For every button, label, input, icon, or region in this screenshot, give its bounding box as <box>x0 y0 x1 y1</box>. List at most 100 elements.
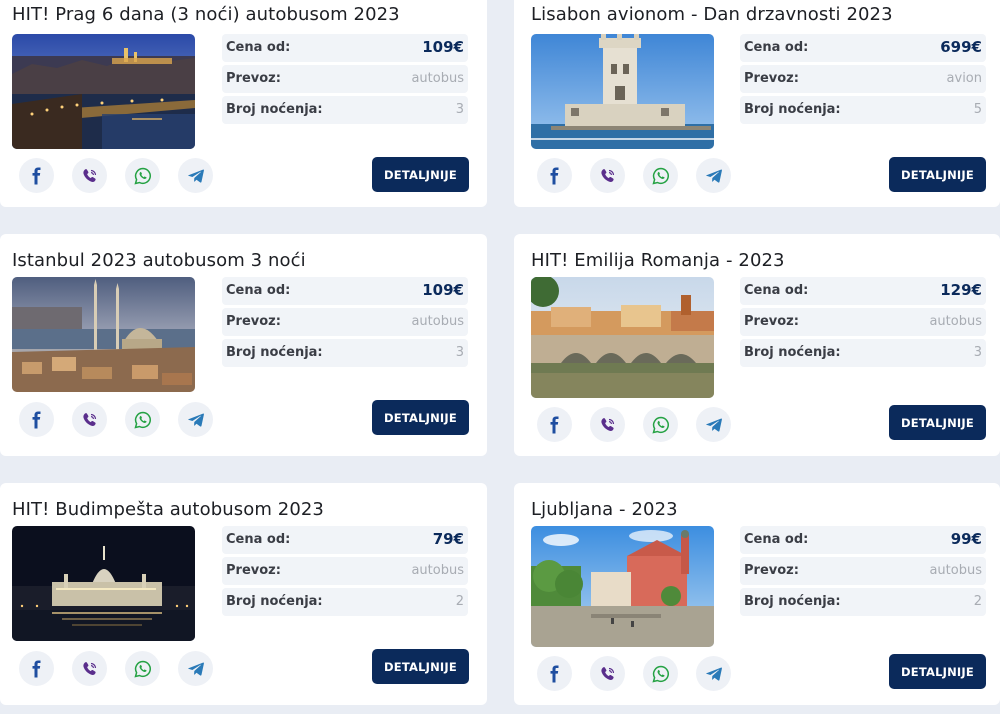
offer-title[interactable]: HIT! Budimpešta autobusom 2023 <box>12 499 324 520</box>
offer-info: Cena od: 109€ Prevoz: autobus Broj noćen… <box>222 277 468 370</box>
offer-title[interactable]: Ljubljana - 2023 <box>531 499 678 520</box>
price-label: Cena od: <box>744 532 809 547</box>
details-button[interactable]: DETALJNIJE <box>889 157 986 192</box>
whatsapp-icon <box>133 167 151 185</box>
viber-icon <box>82 168 96 182</box>
viber-share-button[interactable] <box>590 158 625 193</box>
whatsapp-share-button[interactable] <box>125 651 160 686</box>
nights-value: 2 <box>973 594 982 609</box>
price-row: Cena od: 129€ <box>740 277 986 305</box>
telegram-icon <box>187 413 204 427</box>
price-row: Cena od: 79€ <box>222 526 468 554</box>
price-value: 99€ <box>950 530 982 548</box>
viber-share-button[interactable] <box>590 407 625 442</box>
nights-row: Broj noćenja: 3 <box>222 96 468 124</box>
transport-value: autobus <box>411 563 464 578</box>
offer-title[interactable]: HIT! Prag 6 dana (3 noći) autobusom 2023 <box>12 4 400 25</box>
nights-label: Broj noćenja: <box>744 594 841 609</box>
telegram-share-button[interactable] <box>696 158 731 193</box>
transport-value: autobus <box>411 71 464 86</box>
facebook-share-button[interactable] <box>19 402 54 437</box>
share-buttons <box>537 158 731 193</box>
telegram-share-button[interactable] <box>178 158 213 193</box>
viber-icon <box>82 412 96 426</box>
offer-photo[interactable] <box>531 526 714 647</box>
viber-share-button[interactable] <box>72 158 107 193</box>
price-value: 79€ <box>432 530 464 548</box>
whatsapp-share-button[interactable] <box>643 407 678 442</box>
viber-share-button[interactable] <box>590 656 625 691</box>
price-row: Cena od: 109€ <box>222 277 468 305</box>
nights-label: Broj noćenja: <box>744 345 841 360</box>
offer-card: HIT! Prag 6 dana (3 noći) autobusom 2023 <box>0 0 487 207</box>
telegram-icon <box>187 662 204 676</box>
transport-label: Prevoz: <box>744 71 799 86</box>
transport-label: Prevoz: <box>226 71 281 86</box>
facebook-share-button[interactable] <box>537 407 572 442</box>
offer-photo[interactable] <box>531 277 714 398</box>
details-button[interactable]: DETALJNIJE <box>372 157 469 192</box>
price-row: Cena od: 699€ <box>740 34 986 62</box>
offer-photo[interactable] <box>12 34 195 149</box>
transport-row: Prevoz: autobus <box>222 65 468 93</box>
nights-label: Broj noćenja: <box>226 345 323 360</box>
nights-value: 3 <box>455 345 464 360</box>
details-button[interactable]: DETALJNIJE <box>889 654 986 689</box>
offer-photo[interactable] <box>531 34 714 149</box>
share-buttons <box>537 656 731 691</box>
offer-card: HIT! Emilija Romanja - 2023 Cena od: 129… <box>514 234 1000 456</box>
offer-card: Ljubljana - 2023 Cena od: 99€ Prevoz: au… <box>514 483 1000 705</box>
facebook-icon <box>32 660 40 677</box>
share-buttons <box>19 651 213 686</box>
offer-info: Cena od: 699€ Prevoz: avion Broj noćenja… <box>740 34 986 127</box>
whatsapp-share-button[interactable] <box>125 402 160 437</box>
whatsapp-share-button[interactable] <box>643 656 678 691</box>
viber-share-button[interactable] <box>72 402 107 437</box>
share-buttons <box>537 407 731 442</box>
viber-icon <box>600 666 614 680</box>
telegram-share-button[interactable] <box>178 402 213 437</box>
price-label: Cena od: <box>744 40 809 55</box>
nights-label: Broj noćenja: <box>226 102 323 117</box>
details-button[interactable]: DETALJNIJE <box>889 405 986 440</box>
nights-value: 2 <box>455 594 464 609</box>
price-label: Cena od: <box>226 40 291 55</box>
transport-row: Prevoz: autobus <box>222 557 468 585</box>
facebook-icon <box>550 167 558 184</box>
offer-title[interactable]: Istanbul 2023 autobusom 3 noći <box>12 250 306 271</box>
price-value: 109€ <box>422 38 464 56</box>
facebook-share-button[interactable] <box>537 158 572 193</box>
offer-info: Cena od: 109€ Prevoz: autobus Broj noćen… <box>222 34 468 127</box>
details-button[interactable]: DETALJNIJE <box>372 400 469 435</box>
price-value: 699€ <box>940 38 982 56</box>
telegram-share-button[interactable] <box>696 656 731 691</box>
nights-row: Broj noćenja: 3 <box>740 339 986 367</box>
whatsapp-share-button[interactable] <box>643 158 678 193</box>
transport-label: Prevoz: <box>744 314 799 329</box>
details-button[interactable]: DETALJNIJE <box>372 649 469 684</box>
facebook-share-button[interactable] <box>19 158 54 193</box>
offer-photo[interactable] <box>12 277 195 392</box>
transport-value: autobus <box>929 563 982 578</box>
offer-card: HIT! Budimpešta autobusom 2023 Cena od: … <box>0 483 487 705</box>
whatsapp-icon <box>651 167 669 185</box>
facebook-share-button[interactable] <box>537 656 572 691</box>
whatsapp-icon <box>133 411 151 429</box>
viber-share-button[interactable] <box>72 651 107 686</box>
facebook-icon <box>32 411 40 428</box>
nights-value: 5 <box>973 102 982 117</box>
transport-row: Prevoz: autobus <box>740 308 986 336</box>
telegram-share-button[interactable] <box>178 651 213 686</box>
whatsapp-share-button[interactable] <box>125 158 160 193</box>
offer-photo[interactable] <box>12 526 195 641</box>
facebook-share-button[interactable] <box>19 651 54 686</box>
share-buttons <box>19 158 213 193</box>
offer-info: Cena od: 129€ Prevoz: autobus Broj noćen… <box>740 277 986 370</box>
price-row: Cena od: 109€ <box>222 34 468 62</box>
offer-title[interactable]: HIT! Emilija Romanja - 2023 <box>531 250 785 271</box>
nights-label: Broj noćenja: <box>744 102 841 117</box>
nights-row: Broj noćenja: 5 <box>740 96 986 124</box>
telegram-share-button[interactable] <box>696 407 731 442</box>
facebook-icon <box>550 665 558 682</box>
offer-title[interactable]: Lisabon avionom - Dan drzavnosti 2023 <box>531 4 893 25</box>
